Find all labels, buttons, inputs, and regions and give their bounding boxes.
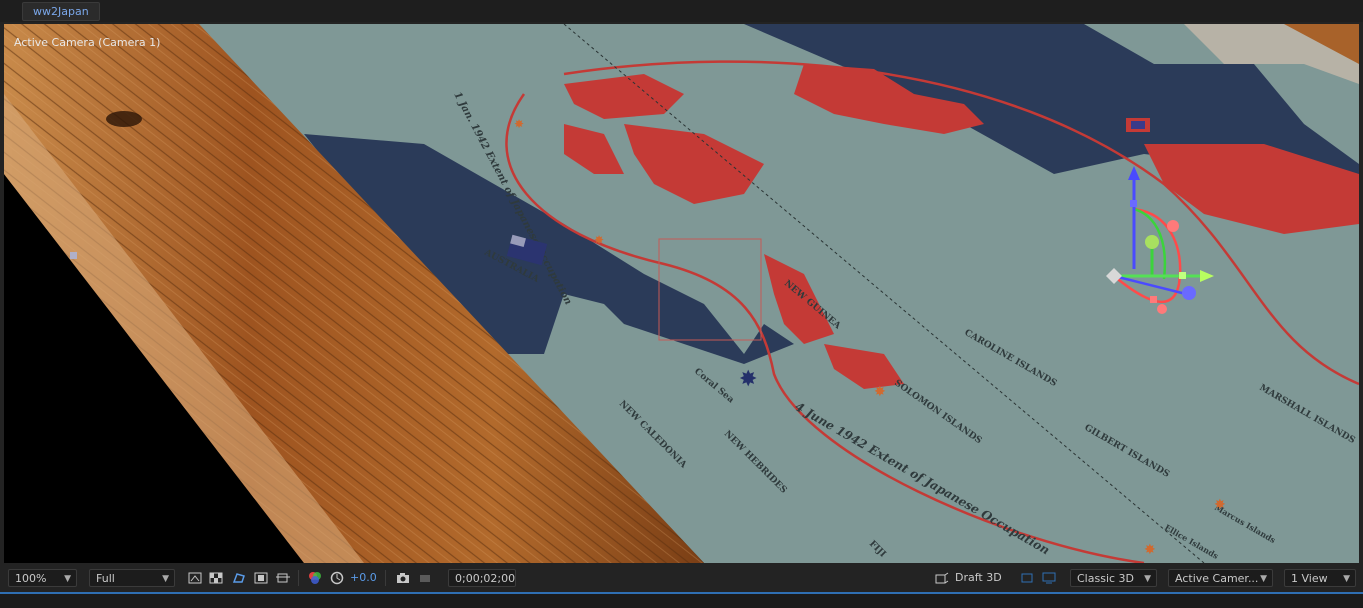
chevron-down-icon: ▼	[1260, 574, 1267, 584]
transparency-grid-icon[interactable]	[207, 569, 225, 587]
color-channels-icon[interactable]	[306, 569, 324, 587]
extended-viewer-icon[interactable]	[1040, 569, 1058, 587]
chevron-down-icon: ▼	[1144, 574, 1151, 584]
snapshot-camera-icon[interactable]	[394, 569, 412, 587]
active-camera-label: Active Camera (Camera 1)	[14, 36, 161, 49]
star-marker-icon: ✸	[874, 384, 886, 400]
mask-visibility-icon[interactable]	[230, 569, 248, 587]
star-marker-icon: ✸	[594, 233, 604, 247]
draft-3d-toggle[interactable]: Draft 3D	[935, 569, 1002, 587]
resolution-value: Full	[96, 572, 115, 585]
composition-tab[interactable]: ww2Japan	[22, 2, 100, 21]
chevron-down-icon: ▼	[1343, 574, 1350, 584]
star-marker-icon: ✸	[1214, 497, 1226, 513]
view-layout-value: 1 View	[1291, 572, 1328, 585]
composition-viewer[interactable]: AUSTRALIA NEW GUINEA Coral Sea NEW CALED…	[4, 24, 1359, 563]
star-marker-icon: ✸	[1144, 542, 1156, 558]
grid-guides-icon[interactable]	[274, 569, 292, 587]
fast-previews-icon[interactable]	[186, 569, 204, 587]
draft-3d-icon	[935, 572, 949, 584]
viewer-scene: AUSTRALIA NEW GUINEA Coral Sea NEW CALED…	[4, 24, 1359, 563]
viewer-header: ww2Japan	[0, 0, 1363, 22]
view-camera-value: Active Camer...	[1175, 572, 1259, 585]
chevron-down-icon: ▼	[64, 574, 71, 584]
viewer-toolbar: 100% ▼ Full ▼ +0.0 0;00;02;00 Draft 3D C…	[0, 566, 1363, 591]
draft-3d-label: Draft 3D	[955, 571, 1002, 584]
magnification-dropdown[interactable]: 100% ▼	[8, 569, 77, 587]
japan-flag-marker	[1126, 118, 1150, 132]
timecode-value: 0;00;02;00	[455, 572, 516, 585]
star-marker-icon: ✸	[514, 117, 524, 131]
3d-renderer-dropdown[interactable]: Classic 3D ▼	[1070, 569, 1157, 587]
view-layout-dropdown[interactable]: 1 View ▼	[1284, 569, 1356, 587]
exposure-value[interactable]: +0.0	[350, 569, 377, 587]
3d-ground-plane-icon[interactable]	[1018, 569, 1036, 587]
star-marker-icon: ✸	[739, 367, 757, 392]
region-of-interest-icon[interactable]	[252, 569, 270, 587]
current-time-display[interactable]: 0;00;02;00	[448, 569, 516, 587]
show-snapshot-icon[interactable]	[416, 569, 434, 587]
magnification-value: 100%	[15, 572, 47, 585]
reset-exposure-icon[interactable]	[328, 569, 346, 587]
3d-view-dropdown[interactable]: Active Camer... ▼	[1168, 569, 1273, 587]
renderer-value: Classic 3D	[1077, 572, 1135, 585]
chevron-down-icon: ▼	[162, 574, 169, 584]
resolution-dropdown[interactable]: Full ▼	[89, 569, 175, 587]
